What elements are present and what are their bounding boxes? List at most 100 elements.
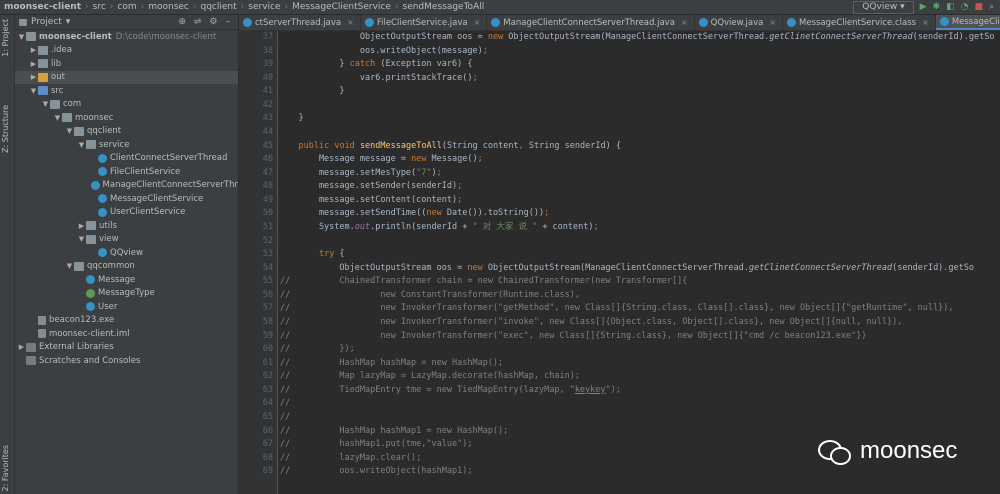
tree-item[interactable]: Scratches and Consoles: [15, 354, 238, 368]
package-icon: [86, 234, 96, 244]
chevron-down-icon[interactable]: ▼: [77, 141, 86, 149]
favorites-tool-button[interactable]: 2: Favorites: [1, 445, 10, 491]
tree-item[interactable]: UserClientService: [15, 206, 238, 220]
line-number: 65: [262, 411, 273, 422]
enum-icon: [86, 288, 95, 298]
tree-item[interactable]: ▼ moonsec: [15, 111, 238, 125]
chevron-down-icon[interactable]: ▼: [53, 114, 62, 122]
editor-tab[interactable]: ManageClientConnectServerThread.java ×: [487, 15, 695, 30]
class-icon: [86, 302, 95, 312]
editor-tab[interactable]: MessageClientService.class ×: [783, 15, 936, 30]
chevron-right-icon[interactable]: ▶: [29, 46, 38, 54]
tree-item[interactable]: ▶ External Libraries: [15, 341, 238, 355]
breadcrumb-item[interactable]: src: [89, 2, 110, 12]
tree-item[interactable]: ▼ src: [15, 84, 238, 98]
breadcrumb-item[interactable]: com: [113, 2, 140, 12]
tree-item-label: beacon123.exe: [49, 315, 115, 326]
tree-item[interactable]: QQview: [15, 246, 238, 260]
chevron-down-icon[interactable]: ▼: [29, 87, 38, 95]
coverage-icon[interactable]: ◧: [946, 2, 955, 12]
editor-tab-label: FileClientService.java: [376, 17, 468, 28]
search-icon[interactable]: ⌕: [989, 2, 994, 12]
code-line: hashMap1.put(tme,"value");: [278, 439, 473, 450]
editor-tab[interactable]: ctServerThread.java ×: [239, 15, 361, 30]
tree-item[interactable]: ▼ view: [15, 233, 238, 247]
tree-item-label: External Libraries: [39, 342, 114, 353]
structure-tool-button[interactable]: Z: Structure: [1, 105, 10, 153]
code-line: TiedMapEntry tme = new TiedMapEntry(lazy…: [278, 384, 621, 395]
tree-item[interactable]: beacon123.exe: [15, 314, 238, 328]
code-line: message.setSendTime((new Date()).toStrin…: [278, 208, 550, 219]
chevron-down-icon[interactable]: ▼: [65, 127, 74, 135]
stop-icon[interactable]: ■: [974, 2, 983, 12]
gear-icon[interactable]: ⚙: [209, 17, 217, 27]
project-tool-button[interactable]: 1: Project: [1, 19, 10, 57]
tree-item[interactable]: ▼ com: [15, 98, 238, 112]
chevron-right-icon[interactable]: ▶: [29, 73, 38, 81]
chevron-down-icon[interactable]: ▼: [65, 262, 74, 270]
tree-item[interactable]: ▶ utils: [15, 219, 238, 233]
run-config-select[interactable]: QQview ▾: [853, 0, 914, 14]
tree-item[interactable]: moonsec-client.iml: [15, 327, 238, 341]
tree-item[interactable]: ClientConnectServerThread: [15, 152, 238, 166]
close-icon[interactable]: ×: [922, 18, 929, 27]
tree-item[interactable]: ▶ out: [15, 70, 238, 84]
chevron-right-icon[interactable]: ▶: [17, 343, 26, 351]
editor-tab[interactable]: FileClientService.java ×: [361, 15, 488, 30]
tree-item[interactable]: ▼ service: [15, 138, 238, 152]
chevron-down-icon[interactable]: ▾: [66, 17, 71, 27]
tree-item-label: QQview: [110, 247, 143, 258]
tree-item[interactable]: ▶ lib: [15, 57, 238, 71]
line-number: 63: [262, 384, 273, 395]
tree-item[interactable]: ManageClientConnectServerThr: [15, 179, 238, 193]
close-icon[interactable]: ×: [347, 18, 354, 27]
line-number: 45: [262, 140, 273, 151]
close-icon[interactable]: ×: [769, 18, 776, 27]
file-icon: [38, 329, 46, 339]
hide-icon[interactable]: –: [226, 17, 231, 27]
line-number: 37: [262, 32, 273, 42]
chevron-down-icon[interactable]: ▼: [41, 100, 50, 108]
close-icon[interactable]: ×: [474, 18, 481, 27]
tree-item-label: FileClientService: [110, 166, 181, 177]
folder-icon: [19, 18, 27, 26]
chevron-right-icon[interactable]: ▶: [29, 60, 38, 68]
chevron-down-icon[interactable]: ▼: [17, 33, 26, 41]
tree-item[interactable]: ▼ moonsec-client D:\code\moonsec-client: [15, 30, 238, 44]
chevron-down-icon[interactable]: ▼: [77, 235, 86, 243]
chevron-right-icon[interactable]: ▶: [77, 222, 86, 230]
editor-tab[interactable]: MessageClientService.java×: [935, 15, 1000, 30]
tree-item[interactable]: Message: [15, 273, 238, 287]
tree-item[interactable]: User: [15, 300, 238, 314]
close-icon[interactable]: ×: [681, 18, 688, 27]
locate-icon[interactable]: ⊕: [178, 17, 186, 27]
tree-item[interactable]: ▶ .idea: [15, 44, 238, 58]
breadcrumb-item[interactable]: qqclient: [197, 2, 241, 12]
debug-icon[interactable]: ✱: [933, 2, 941, 12]
line-number: 43: [262, 113, 273, 124]
line-number: 67: [262, 439, 273, 450]
tree-item[interactable]: ▼ qqclient: [15, 125, 238, 139]
breadcrumb-item[interactable]: sendMessageToAll: [399, 2, 489, 12]
breadcrumb-item[interactable]: service: [244, 2, 284, 12]
breadcrumb-item[interactable]: MessageClientService: [288, 2, 395, 12]
line-number: 44: [262, 126, 273, 137]
tree-item[interactable]: MessageType: [15, 287, 238, 301]
breadcrumb-item[interactable]: moonsec-client: [0, 2, 85, 12]
code-line: HashMap hashMap = new HashMap();: [278, 357, 504, 368]
breadcrumb-item[interactable]: moonsec: [144, 2, 193, 12]
source-folder-icon: [38, 86, 48, 96]
tree-item[interactable]: FileClientService: [15, 165, 238, 179]
editor-tab[interactable]: QQview.java ×: [695, 15, 784, 30]
collapse-icon[interactable]: ⇌: [194, 17, 202, 27]
tree-item-label: Scratches and Consoles: [39, 355, 141, 366]
line-number: 66: [262, 425, 273, 436]
tree-item-label: moonsec-client.iml: [49, 328, 130, 339]
project-panel-title[interactable]: Project: [31, 17, 62, 27]
editor-tab-label: MessageClientService.class: [799, 17, 917, 28]
tree-item[interactable]: ▼ qqcommon: [15, 260, 238, 274]
run-icon[interactable]: ▶: [920, 2, 927, 12]
tree-item[interactable]: MessageClientService: [15, 192, 238, 206]
profile-icon[interactable]: ◔: [961, 2, 969, 12]
code-editor[interactable]: ObjectOutputStream oos = new ObjectOutpu…: [278, 31, 1000, 494]
